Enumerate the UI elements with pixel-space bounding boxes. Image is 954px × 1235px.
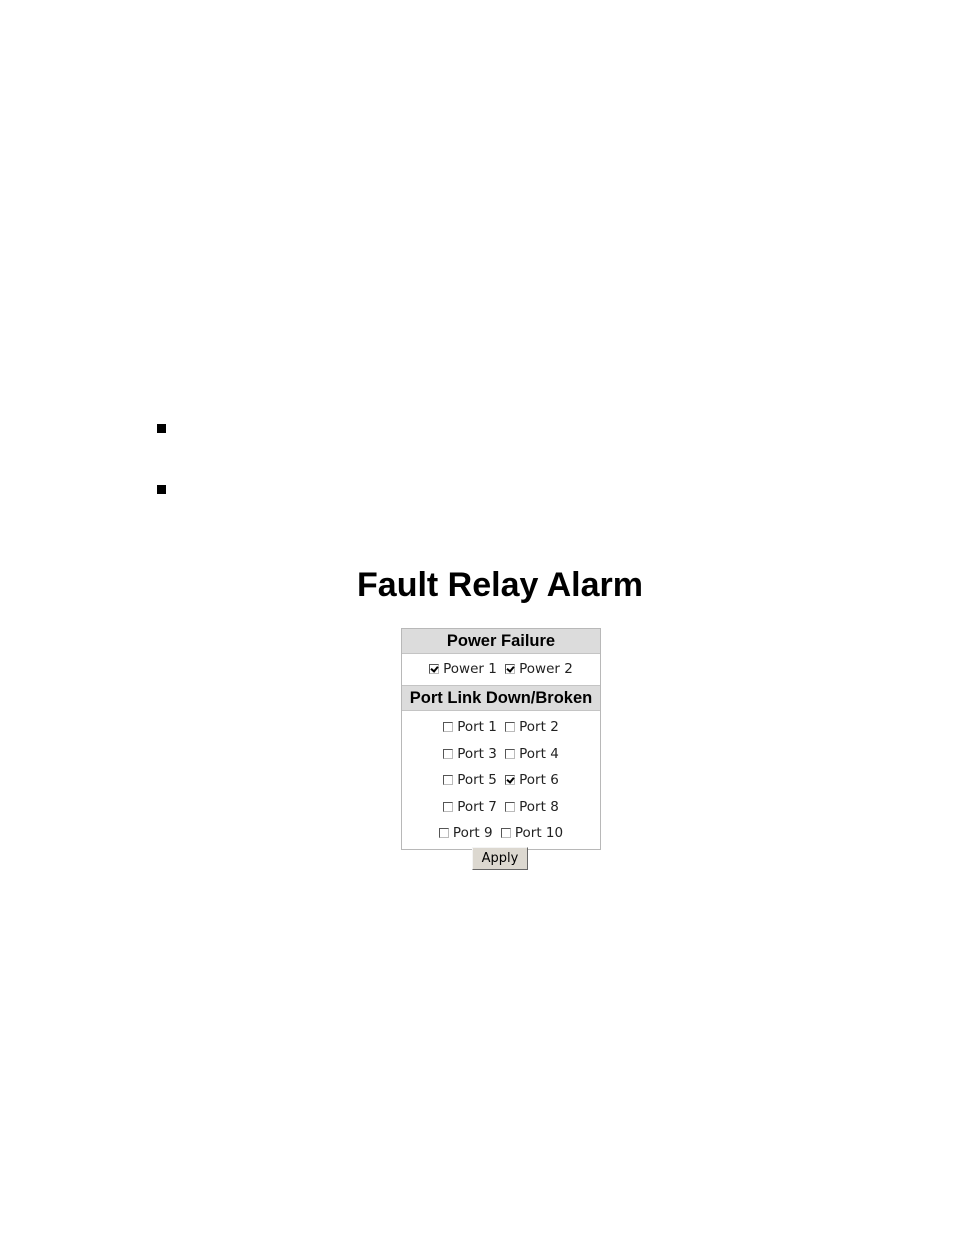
port-7-checkbox[interactable]	[443, 801, 454, 812]
power-1-label: Power 1	[443, 661, 497, 677]
port-6-label: Port 6	[519, 772, 559, 788]
port-2-option[interactable]: Port 2	[505, 714, 559, 741]
port-10-label: Port 10	[514, 825, 564, 841]
port-row: Port 7 Port 8	[402, 794, 600, 821]
port-10-checkbox[interactable]	[500, 828, 511, 838]
port-5-checkbox[interactable]	[443, 775, 454, 785]
port-row: Port 1 Port 2	[402, 714, 600, 741]
power-1-checkbox[interactable]	[429, 664, 440, 674]
port-5-option[interactable]: Port 5	[443, 767, 497, 794]
port-4-checkbox[interactable]	[505, 748, 516, 759]
port-1-label: Port 1	[457, 719, 497, 735]
power-2-checkbox[interactable]	[505, 664, 516, 674]
port-4-option[interactable]: Port 4	[505, 741, 559, 768]
port-8-option[interactable]: Port 8	[505, 794, 559, 821]
port-9-option[interactable]: Port 9	[438, 820, 493, 847]
ports-list: Port 1 Port 2 Port 3 Port 4 Port 5 Port …	[402, 711, 600, 849]
port-7-option[interactable]: Port 7	[443, 794, 497, 821]
port-3-checkbox[interactable]	[443, 748, 454, 759]
port-3-option[interactable]: Port 3	[443, 741, 497, 768]
port-3-label: Port 3	[457, 745, 497, 762]
power-2-option[interactable]: Power 2	[505, 654, 573, 685]
port-9-label: Port 9	[452, 825, 493, 841]
port-6-checkbox[interactable]	[505, 775, 516, 785]
power-failure-header: Power Failure	[402, 629, 600, 654]
port-4-label: Port 4	[519, 745, 559, 762]
port-2-label: Port 2	[519, 719, 559, 735]
page-title: Fault Relay Alarm	[357, 566, 643, 604]
power-2-label: Power 2	[519, 661, 573, 677]
port-2-checkbox[interactable]	[505, 722, 516, 732]
power-1-option[interactable]: Power 1	[429, 654, 497, 685]
power-row: Power 1 Power 2	[402, 654, 600, 685]
square-bullet-icon	[157, 485, 166, 494]
port-8-checkbox[interactable]	[505, 801, 516, 812]
port-10-option[interactable]: Port 10	[500, 820, 564, 847]
port-8-label: Port 8	[519, 798, 559, 815]
port-row: Port 5 Port 6	[402, 767, 600, 794]
port-6-option[interactable]: Port 6	[505, 767, 559, 794]
port-1-option[interactable]: Port 1	[443, 714, 497, 741]
port-link-down-header: Port Link Down/Broken	[402, 685, 600, 711]
port-5-label: Port 5	[457, 772, 497, 788]
port-7-label: Port 7	[457, 798, 497, 815]
fault-relay-panel: Power Failure Power 1 Power 2 Port Link …	[401, 628, 601, 850]
port-1-checkbox[interactable]	[443, 722, 454, 732]
square-bullet-icon	[157, 424, 166, 433]
port-9-checkbox[interactable]	[438, 828, 449, 838]
port-row: Port 3 Port 4	[402, 741, 600, 768]
port-row: Port 9 Port 10	[402, 820, 600, 847]
apply-button[interactable]: Apply	[472, 847, 528, 870]
